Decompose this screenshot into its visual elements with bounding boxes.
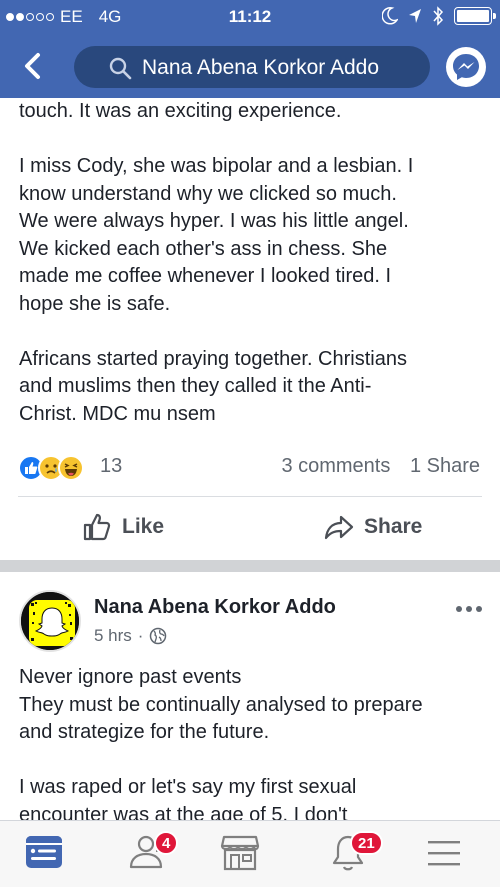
post-line: Africans started praying together. Chris…: [19, 347, 407, 370]
search-bar[interactable]: Nana Abena Korkor Addo: [74, 46, 430, 88]
more-options-button[interactable]: [456, 606, 482, 612]
meta-separator: ·: [137, 626, 144, 645]
post-header: Nana Abena Korkor Addo 5 hrs ·: [0, 572, 500, 662]
reactions-summary: 13 3 comments 1 Share: [18, 452, 482, 482]
bluetooth-icon: [433, 6, 444, 26]
avatar[interactable]: [19, 590, 81, 652]
reaction-count[interactable]: 13: [100, 455, 122, 478]
news-feed[interactable]: touch. It was an exciting experience. I …: [0, 98, 500, 820]
menu-icon: [428, 841, 460, 866]
battery-icon: [454, 7, 496, 25]
post-line: and strategize for the future.: [19, 721, 270, 743]
post-line: touch. It was an exciting experience.: [19, 100, 342, 122]
post-line: Christ. MDC mu nsem: [19, 402, 216, 425]
author-name[interactable]: Nana Abena Korkor Addo: [94, 596, 336, 619]
post-body: Never ignore past events They must be co…: [19, 664, 482, 820]
post-line: They must be continually analysed to pre…: [19, 693, 423, 716]
snapcode-avatar-image: [21, 592, 79, 650]
tab-marketplace[interactable]: [218, 829, 278, 879]
reaction-icons[interactable]: [18, 455, 84, 481]
post-line: We were always hyper. I was his little a…: [19, 210, 409, 232]
notifications-badge: 21: [350, 831, 383, 855]
location-arrow-icon: [409, 9, 421, 23]
friends-badge: 4: [154, 831, 179, 855]
tab-friends[interactable]: 4: [126, 829, 186, 879]
haha-reaction-icon: [58, 455, 84, 481]
post-line: Never ignore past events: [19, 666, 242, 688]
like-button[interactable]: Like: [82, 512, 164, 542]
post-separator: [0, 560, 500, 572]
post-time[interactable]: 5 hrs: [94, 626, 132, 646]
share-arrow-icon: [324, 515, 354, 540]
messenger-icon: [446, 47, 486, 87]
globe-icon: [150, 627, 167, 645]
search-query: Nana Abena Korkor Addo: [142, 56, 380, 79]
search-icon: [109, 57, 132, 80]
status-bar: EE 4G 11:12: [0, 0, 500, 34]
post-line: encounter was at the age of 5. I don't: [19, 803, 348, 821]
comments-count-link[interactable]: 3 comments: [281, 455, 390, 477]
marketplace-icon: [220, 835, 260, 871]
do-not-disturb-icon: [382, 7, 398, 25]
shares-count-link[interactable]: 1 Share: [410, 455, 480, 477]
post-line: hope she is safe.: [19, 292, 171, 315]
news-feed-icon: [26, 836, 62, 868]
post-line: We kicked each other's ass in chess. She: [19, 237, 388, 260]
tab-news-feed[interactable]: [22, 829, 82, 879]
back-button[interactable]: [16, 48, 52, 84]
engagement-counts: 3 comments 1 Share: [267, 455, 480, 478]
share-button[interactable]: Share: [324, 512, 422, 542]
post-line: know understand why we clicked so much.: [19, 182, 397, 205]
bottom-tab-bar: 4 21: [0, 820, 500, 887]
post-line: I miss Cody, she was bipolar and a lesbi…: [19, 155, 414, 177]
divider: [18, 496, 482, 497]
like-label: Like: [122, 515, 165, 538]
messenger-button[interactable]: [444, 45, 488, 89]
tab-menu[interactable]: [422, 829, 482, 879]
thumbs-up-icon: [83, 513, 111, 541]
more-icon: [456, 606, 462, 612]
post-line: I was raped or let's say my first sexual: [19, 776, 357, 798]
status-icons: [382, 6, 496, 26]
post-actions: Like Share: [0, 498, 500, 560]
post-body: touch. It was an exciting experience. I …: [19, 98, 482, 428]
post-line: and muslims then they called it the Anti…: [19, 375, 372, 397]
post-meta: 5 hrs ·: [94, 626, 167, 646]
post-line: made me coffee whenever I looked tired. …: [19, 265, 392, 287]
back-chevron-icon: [25, 53, 40, 79]
tab-notifications[interactable]: 21: [328, 829, 388, 879]
share-label: Share: [364, 515, 423, 538]
nav-bar: Nana Abena Korkor Addo: [0, 34, 500, 98]
